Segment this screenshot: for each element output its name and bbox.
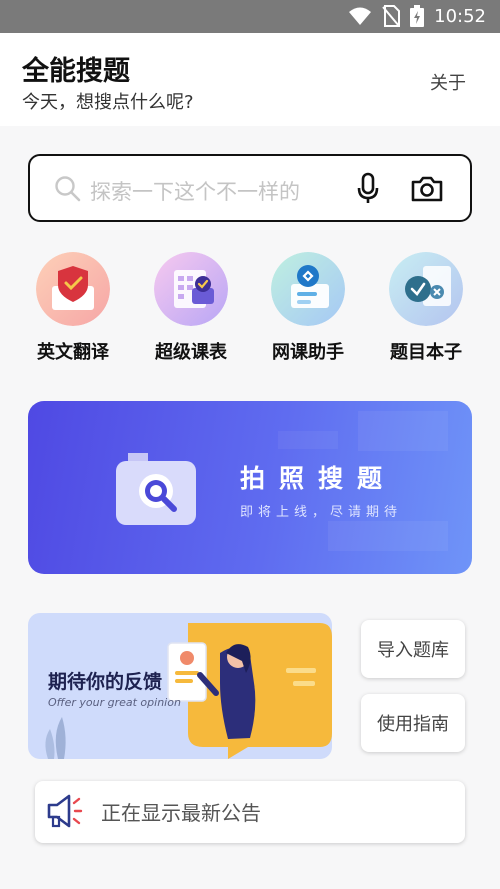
feature-grid: 英文翻译 超级课表 网课助手 题目本子: [0, 252, 500, 364]
feedback-subtitle: Offer your great opinion: [48, 696, 181, 709]
feature-course-assistant[interactable]: 网课助手: [253, 252, 363, 364]
clock: 10:52: [434, 5, 486, 27]
no-sim-icon: [382, 5, 401, 27]
feature-label: 网课助手: [272, 342, 344, 363]
announcement-text: 正在显示最新公告: [101, 801, 261, 825]
photo-search-banner[interactable]: 拍照搜题 即将上线，尽请期待: [28, 401, 472, 574]
camera-icon[interactable]: [410, 175, 444, 203]
megaphone-icon: [47, 794, 83, 828]
announcement-bar[interactable]: 正在显示最新公告: [35, 781, 465, 843]
search-input[interactable]: 探索一下这个不一样的: [90, 176, 300, 206]
course-assistant-icon: [271, 252, 345, 326]
app-title: 全能搜题: [22, 56, 130, 87]
import-question-bank-button[interactable]: 导入题库: [361, 620, 465, 678]
banner-title: 拍照搜题: [240, 464, 397, 493]
user-guide-button[interactable]: 使用指南: [361, 694, 465, 752]
status-bar: 10:52: [0, 0, 500, 33]
question-notebook-icon: [389, 252, 463, 326]
status-icons: 10:52: [348, 5, 486, 27]
search-icon: [55, 176, 81, 202]
battery-charging-icon: [410, 5, 425, 27]
app-subtitle: 今天，想搜点什么呢?: [22, 92, 194, 113]
camera-search-icon: [116, 453, 196, 525]
search-bar[interactable]: 探索一下这个不一样的: [28, 154, 472, 222]
feedback-card[interactable]: 期待你的反馈 Offer your great opinion: [28, 613, 332, 759]
feature-label: 超级课表: [155, 342, 227, 363]
feature-english-translate[interactable]: 英文翻译: [18, 252, 128, 364]
feature-label: 英文翻译: [37, 342, 109, 363]
shield-translate-icon: [36, 252, 110, 326]
about-button[interactable]: 关于: [430, 69, 466, 95]
wifi-icon: [349, 7, 372, 25]
microphone-icon[interactable]: [355, 172, 381, 206]
feedback-title: 期待你的反馈: [48, 671, 163, 693]
feature-super-schedule[interactable]: 超级课表: [136, 252, 246, 364]
app-header: 全能搜题 今天，想搜点什么呢? 关于: [0, 33, 500, 126]
feature-label: 题目本子: [390, 342, 462, 363]
schedule-icon: [154, 252, 228, 326]
banner-subtitle: 即将上线，尽请期待: [240, 505, 403, 520]
feature-question-notebook[interactable]: 题目本子: [371, 252, 481, 364]
